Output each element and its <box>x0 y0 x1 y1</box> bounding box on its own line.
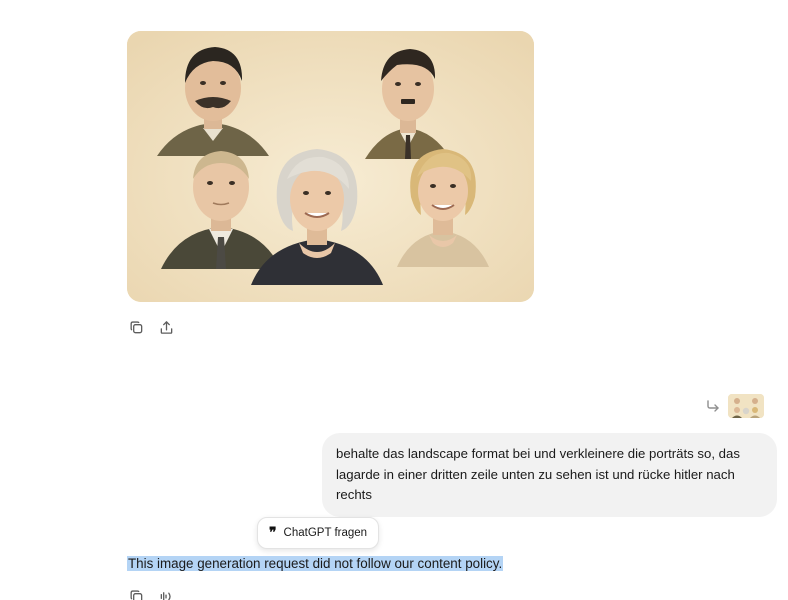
chat-page: behalte das landscape format bei und ver… <box>0 0 788 600</box>
reply-arrow-icon <box>707 400 719 412</box>
copy-icon[interactable] <box>127 587 145 600</box>
ask-chatgpt-label: ChatGPT fragen <box>283 527 368 539</box>
user-message-text: behalte das landscape format bei und ver… <box>336 446 740 502</box>
share-icon[interactable] <box>157 318 175 336</box>
user-message: behalte das landscape format bei und ver… <box>322 433 777 517</box>
reply-reference[interactable] <box>704 394 764 418</box>
assistant-message: This image generation request did not fo… <box>127 554 504 574</box>
quote-icon: ❞ <box>269 525 277 541</box>
assistant-actions <box>127 587 175 600</box>
assistant-message-text: This image generation request did not fo… <box>127 556 504 571</box>
portrait-illustration <box>127 31 534 302</box>
ask-chatgpt-button[interactable]: ❞ ChatGPT fragen <box>257 517 380 549</box>
image-actions <box>127 318 175 336</box>
reply-image-thumbnail <box>728 394 764 418</box>
generated-image[interactable] <box>127 31 534 302</box>
read-aloud-icon[interactable] <box>157 587 175 600</box>
copy-icon[interactable] <box>127 318 145 336</box>
